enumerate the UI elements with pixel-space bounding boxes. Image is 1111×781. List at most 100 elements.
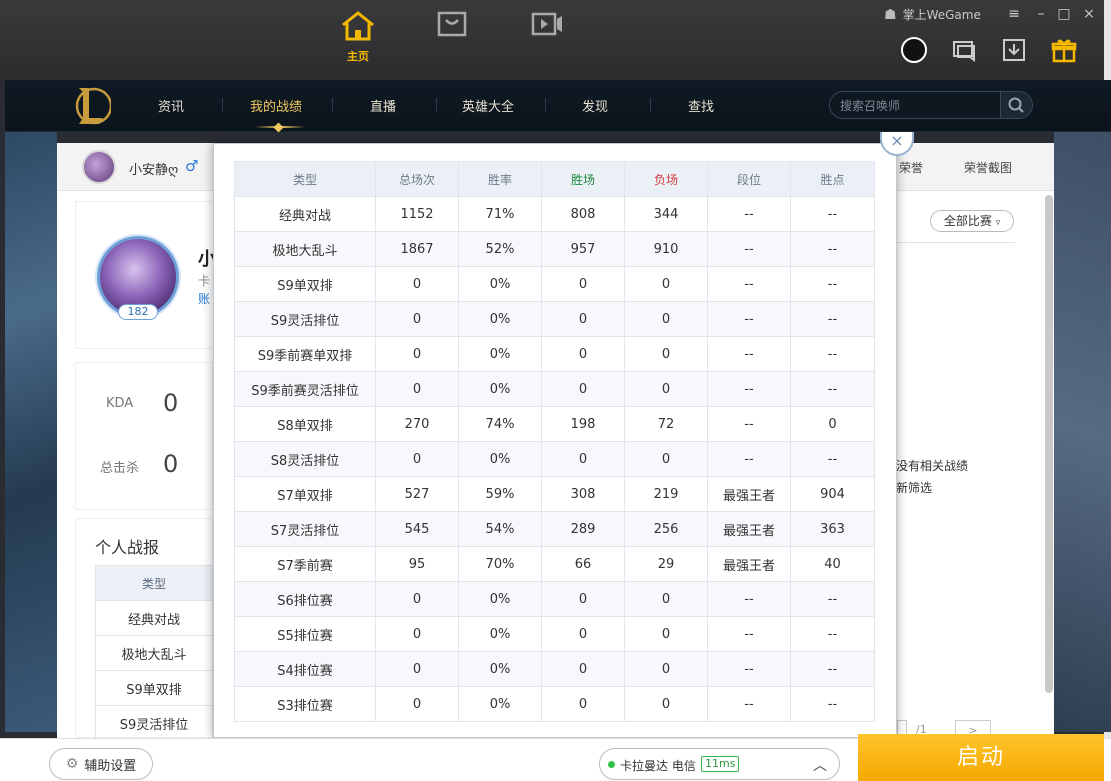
table-row: S7灵活排位 545 54% 289 256 最强王者 363 [234,511,875,547]
table-cell: 54% [458,511,542,547]
table-cell: 95 [375,546,459,582]
account-link[interactable]: 账 [198,290,210,307]
summoner-search [829,91,1033,119]
table-cell: -- [790,301,875,337]
table-cell: S6排位赛 [234,581,376,617]
home-tab[interactable]: 主页 [333,10,383,66]
chat-icon[interactable] [950,36,978,64]
table-cell: S7单双排 [234,476,376,512]
chevron-down-icon: ▿ [995,218,1001,228]
table-cell: 0 [541,371,625,407]
store-tab[interactable] [427,10,477,66]
table-cell: 0% [458,651,542,687]
lol-logo-icon[interactable] [73,84,111,128]
table-cell: -- [790,686,875,722]
tab-honor[interactable]: 荣誉 [899,159,923,176]
table-cell: 904 [790,476,875,512]
download-icon[interactable] [1000,36,1028,64]
level-badge: 182 [118,304,158,320]
report-title: 个人战报 [95,538,160,557]
table-cell: 219 [624,476,708,512]
table-cell: 0% [458,266,542,302]
wegame-logo-icon: ☗ [884,6,897,23]
table-cell: 0 [624,266,708,302]
table-cell: -- [707,581,791,617]
menu-icon[interactable]: ≡ [1005,5,1023,23]
summoner-avatar-small[interactable] [82,150,116,184]
report-row: S9灵活排位 [95,705,213,741]
report-header: 类型 [95,565,213,601]
table-row: S3排位赛 0 0% 0 0 -- -- [234,686,875,722]
table-cell: S4排位赛 [234,651,376,687]
table-cell: 29 [624,546,708,582]
nav-separator [545,98,546,112]
table-row: S7单双排 527 59% 308 219 最强王者 904 [234,476,875,512]
search-input[interactable] [840,97,1000,114]
ping-badge: 11ms [701,756,740,772]
table-cell: 1152 [375,196,459,232]
table-cell: -- [707,651,791,687]
table-cell: 957 [541,231,625,267]
table-cell: 0 [375,336,459,372]
scrollbar[interactable] [1045,195,1053,693]
assist-settings-button[interactable]: ⚙ 辅助设置 [49,748,153,780]
season-stats-table: 类型 总场次 胜率 胜场 负场 段位 胜点 经典对战 1152 71% 808 344-… [234,161,875,722]
table-row: 经典对战 1152 71% 808 344 -- -- [234,196,875,232]
table-cell: S9单双排 [234,266,376,302]
table-cell: 66 [541,546,625,582]
stats-card [75,362,213,510]
table-cell: 0 [624,441,708,477]
header-winrate: 胜率 [458,161,542,197]
nav-search[interactable]: 查找 [688,96,714,115]
user-avatar[interactable] [901,37,927,63]
table-cell: S8单双排 [234,406,376,442]
table-cell: 0 [541,686,625,722]
assist-label: 辅助设置 [84,758,137,774]
table-cell: 363 [790,511,875,547]
table-cell: 52% [458,231,542,267]
tab-honor-screenshot[interactable]: 荣誉截图 [964,159,1012,176]
video-tab[interactable] [522,10,572,66]
table-cell: 1867 [375,231,459,267]
table-cell: 0 [624,686,708,722]
nav-news[interactable]: 资讯 [158,96,184,115]
nav-separator [332,98,333,112]
search-button[interactable] [1000,92,1032,118]
nav-live[interactable]: 直播 [370,96,396,115]
table-cell: 0% [458,616,542,652]
maximize-icon[interactable]: □ [1055,5,1073,23]
table-cell: S8灵活排位 [234,441,376,477]
table-cell: 527 [375,476,459,512]
divider [897,242,1015,243]
table-cell: 545 [375,511,459,547]
nav-champions[interactable]: 英雄大全 [462,96,514,115]
table-cell: 0 [541,266,625,302]
table-cell: 0 [541,301,625,337]
gift-icon[interactable] [1050,36,1078,64]
table-row: S9季前赛灵活排位 0 0% 0 0 -- -- [234,371,875,407]
store-icon [437,11,467,37]
home-tab-label: 主页 [347,50,369,63]
table-cell: 0% [458,686,542,722]
table-cell: 0 [541,651,625,687]
nav-discover[interactable]: 发现 [582,96,608,115]
table-cell: 0 [375,266,459,302]
kda-value: 0 [163,389,179,417]
table-cell: -- [707,301,791,337]
table-cell: 198 [541,406,625,442]
table-cell: 0 [375,651,459,687]
table-cell: 0 [375,301,459,337]
match-filter-dropdown[interactable]: 全部比赛 ▿ [930,210,1014,232]
table-cell: 289 [541,511,625,547]
nav-my-record[interactable]: 我的战绩 [250,96,302,115]
table-row: S9季前赛单双排 0 0% 0 0 -- -- [234,336,875,372]
table-cell: 270 [375,406,459,442]
table-cell: 0 [624,336,708,372]
start-game-button[interactable]: 启动 [858,734,1104,781]
minimize-icon[interactable]: – [1032,5,1050,23]
close-icon[interactable]: × [1080,5,1098,23]
table-cell: 0 [541,441,625,477]
background-art-right [1054,132,1111,732]
nav-separator [650,98,651,112]
server-selector[interactable]: 卡拉曼达 电信 11ms ︿ [599,748,840,780]
